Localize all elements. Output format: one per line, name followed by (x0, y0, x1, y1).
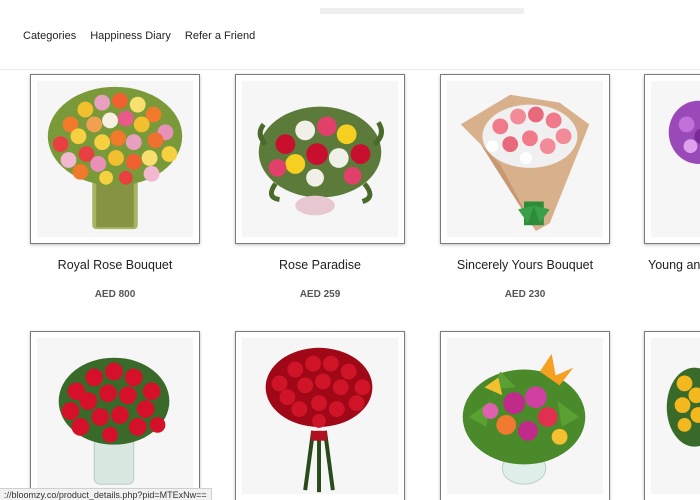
product-card[interactable]: Rose Paradise AED 259 (235, 74, 405, 300)
status-bar-url: ://bloomzy.co/product_details.php?pid=MT… (0, 488, 212, 500)
nav-happiness-diary[interactable]: Happiness Diary (90, 30, 171, 42)
product-price: AED 259 (299, 289, 341, 300)
product-image-frame[interactable] (235, 331, 405, 500)
product-card[interactable] (644, 331, 700, 500)
product-grid: Royal Rose Bouquet AED 800 Rose Paradise (0, 70, 700, 500)
product-card[interactable]: Sincerely Yours Bouquet AED 230 (440, 74, 610, 300)
yellow-roses-image (666, 367, 700, 447)
rose-paradise-image (257, 106, 384, 216)
product-image-frame[interactable] (235, 74, 405, 244)
header: Categories Happiness Diary Refer a Frien… (0, 0, 700, 70)
product-name[interactable]: Rose Paradise (235, 258, 405, 272)
product-name[interactable]: Sincerely Yours Bouquet (440, 258, 610, 272)
lily-orchid-vase-image (462, 353, 586, 485)
wrapped-pink-bouquet-image (460, 94, 590, 232)
product-card[interactable]: Young and (644, 74, 700, 272)
product-price: AED 800 (94, 289, 136, 300)
red-roses-vase-image (58, 357, 170, 485)
nav-refer-a-friend[interactable]: Refer a Friend (185, 30, 255, 42)
product-name[interactable]: Young and (644, 258, 700, 272)
purple-bouquet-image (668, 100, 700, 164)
product-card[interactable]: Royal Rose Bouquet AED 800 (30, 74, 200, 300)
product-price: AED 230 (504, 289, 546, 300)
product-image-frame[interactable] (644, 74, 700, 244)
mixed-rose-vase-image (47, 86, 183, 230)
nav-categories[interactable]: Categories (23, 30, 76, 42)
product-card[interactable] (235, 331, 405, 500)
top-search-strip[interactable] (320, 8, 524, 14)
product-image-frame[interactable] (440, 331, 610, 500)
main-nav: Categories Happiness Diary Refer a Frien… (23, 30, 255, 42)
red-rose-bunch-image (265, 347, 373, 493)
product-name[interactable]: Royal Rose Bouquet (30, 258, 200, 272)
product-image-frame[interactable] (440, 74, 610, 244)
product-image-frame[interactable] (30, 331, 200, 500)
product-card[interactable] (440, 331, 610, 500)
product-card[interactable] (30, 331, 200, 500)
product-image-frame[interactable] (30, 74, 200, 244)
product-image-frame[interactable] (644, 331, 700, 500)
